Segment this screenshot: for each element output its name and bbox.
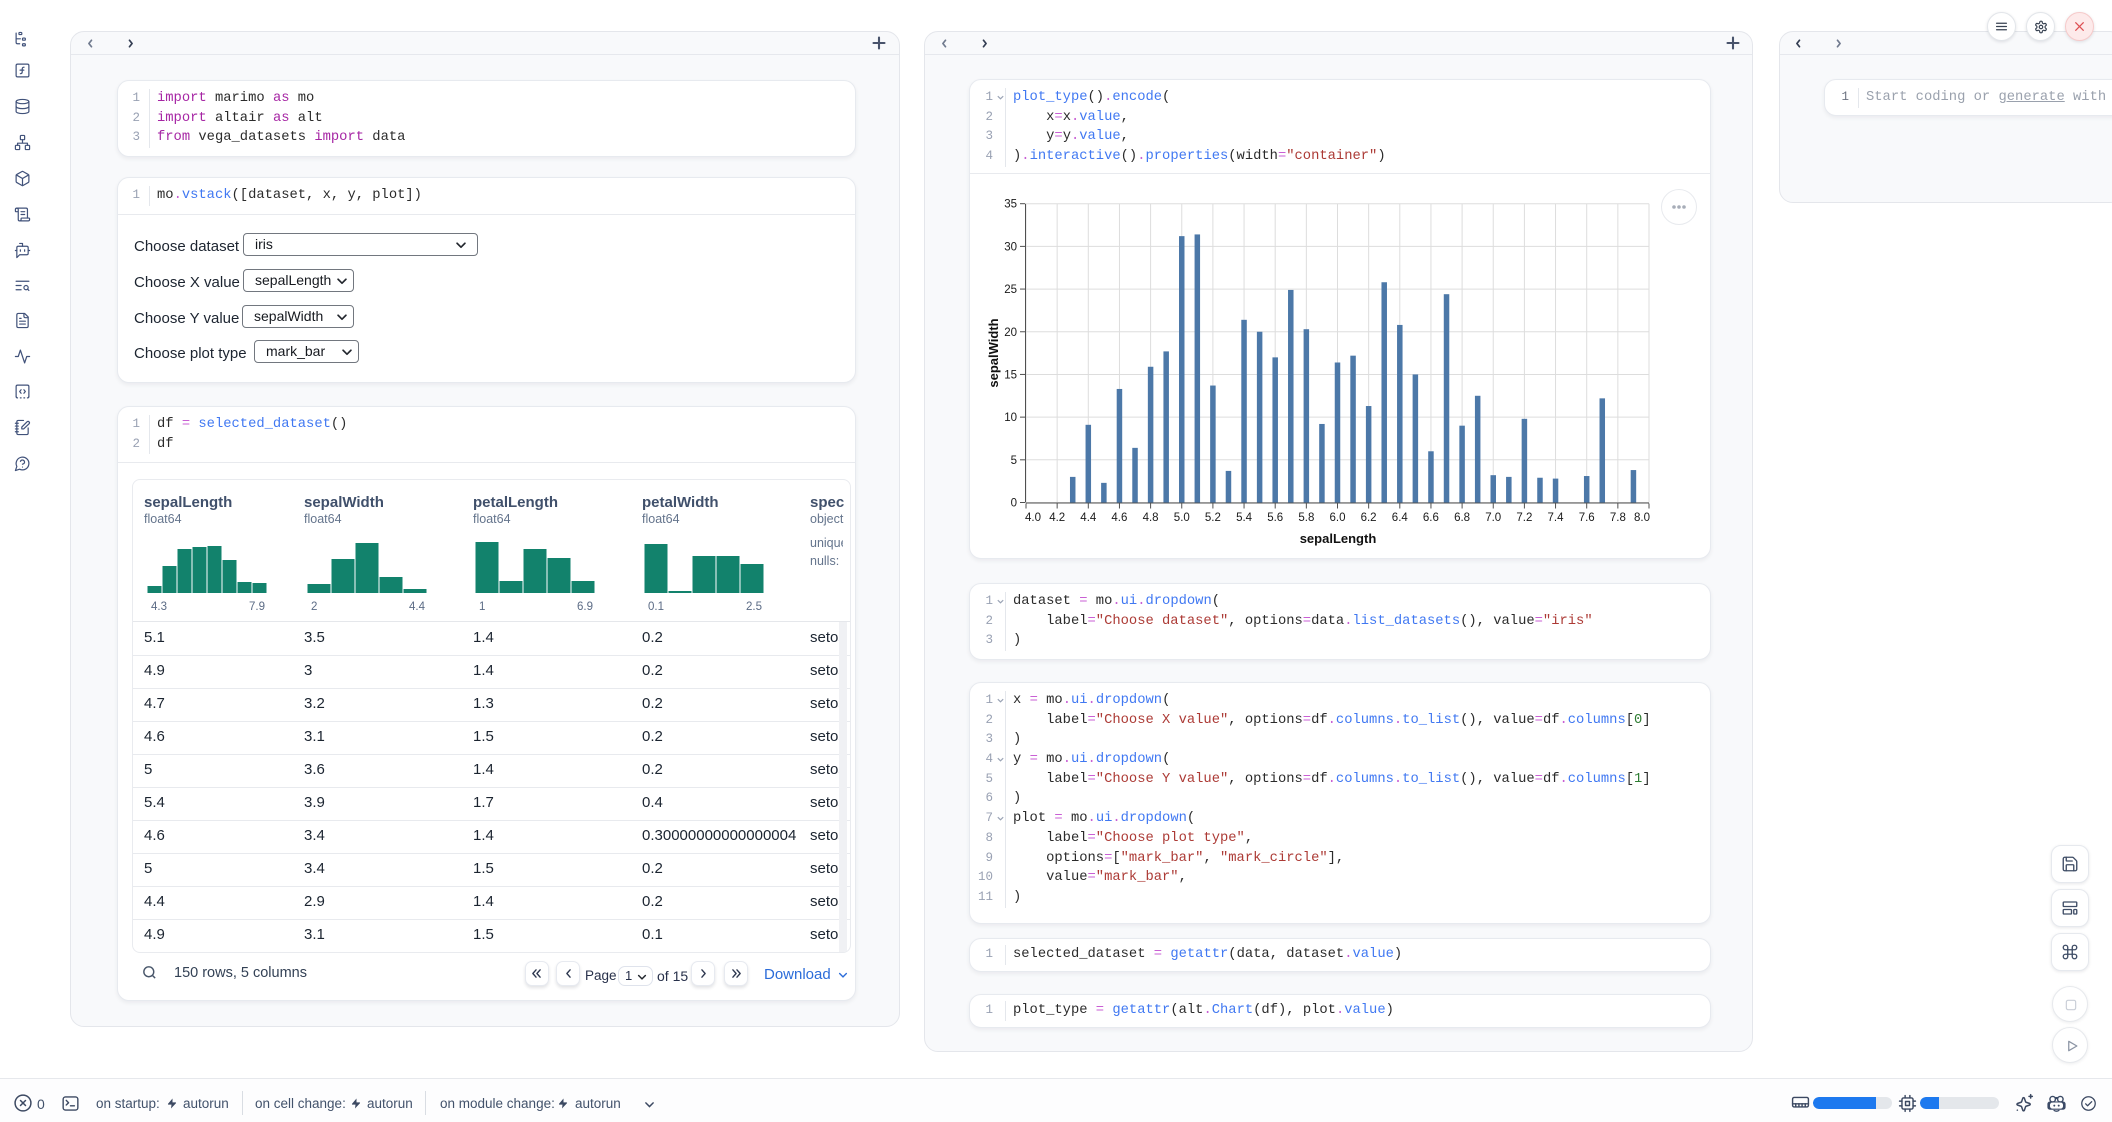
svg-text:7.8: 7.8 [1610, 512, 1626, 524]
svg-text:10: 10 [1004, 412, 1017, 424]
svg-text:30: 30 [1004, 241, 1017, 253]
svg-text:5.6: 5.6 [1267, 512, 1283, 524]
svg-text:4.2: 4.2 [1049, 512, 1065, 524]
svg-text:7.2: 7.2 [1516, 512, 1532, 524]
svg-text:sepalLength: sepalLength [1300, 531, 1377, 546]
svg-text:6.0: 6.0 [1330, 512, 1346, 524]
svg-text:4.8: 4.8 [1143, 512, 1159, 524]
svg-text:6.6: 6.6 [1423, 512, 1439, 524]
svg-text:7.0: 7.0 [1485, 512, 1501, 524]
svg-text:6.4: 6.4 [1392, 512, 1409, 524]
svg-text:4.0: 4.0 [1025, 512, 1041, 524]
svg-text:7.6: 7.6 [1579, 512, 1595, 524]
svg-text:5.8: 5.8 [1298, 512, 1314, 524]
svg-text:5.2: 5.2 [1205, 512, 1221, 524]
svg-text:5.4: 5.4 [1236, 512, 1253, 524]
svg-text:4.6: 4.6 [1111, 512, 1127, 524]
svg-text:sepalWidth: sepalWidth [986, 318, 1001, 387]
svg-text:5.0: 5.0 [1174, 512, 1190, 524]
svg-text:35: 35 [1004, 199, 1017, 211]
svg-text:6.2: 6.2 [1361, 512, 1377, 524]
svg-text:20: 20 [1004, 327, 1017, 339]
svg-text:25: 25 [1004, 284, 1017, 296]
svg-text:6.8: 6.8 [1454, 512, 1470, 524]
svg-text:0: 0 [1011, 498, 1017, 510]
svg-text:5: 5 [1011, 455, 1017, 467]
svg-text:4.4: 4.4 [1080, 512, 1097, 524]
svg-text:8.0: 8.0 [1634, 512, 1650, 524]
svg-text:15: 15 [1004, 369, 1017, 381]
svg-text:7.4: 7.4 [1548, 512, 1565, 524]
